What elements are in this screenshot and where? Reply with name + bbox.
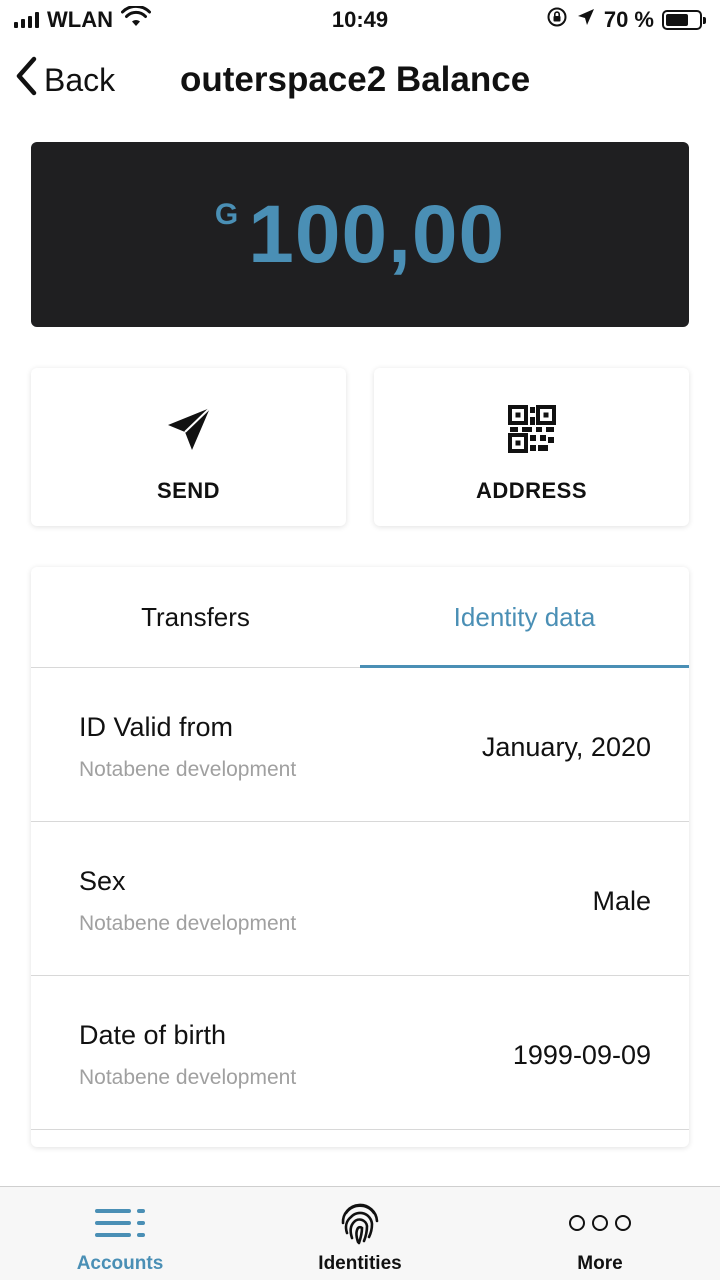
status-bar: WLAN 10:49 70 % [0, 0, 720, 40]
battery-icon [662, 10, 706, 30]
tab-transfers[interactable]: Transfers [31, 567, 360, 667]
address-label: ADDRESS [475, 478, 588, 503]
identity-row-id-valid-from: ID Valid from Notabene development Janua… [31, 668, 689, 822]
location-icon [576, 7, 596, 33]
wifi-icon [120, 4, 151, 34]
back-button[interactable]: Back [14, 56, 116, 104]
identity-row-sex: Sex Notabene development Male [31, 822, 689, 976]
tab-bar-label: Identities [318, 1253, 402, 1274]
tab-bar-more[interactable]: More [480, 1187, 720, 1280]
more-dots-icon [569, 1201, 631, 1245]
row-label: Sex [79, 866, 126, 896]
send-label: SEND [156, 478, 221, 503]
row-value: Male [592, 886, 651, 916]
carrier-label: WLAN [47, 7, 113, 32]
tab-bar-label: Accounts [76, 1253, 164, 1274]
tab-bar-label: More [577, 1253, 623, 1274]
send-icon [165, 404, 213, 454]
row-label: Date of birth [79, 1020, 227, 1050]
tab-bar-accounts[interactable]: Accounts [0, 1187, 240, 1280]
chevron-left-icon [14, 56, 38, 104]
qr-code-icon [507, 404, 556, 454]
row-source: Notabene development [79, 1066, 297, 1089]
send-button[interactable]: SEND [31, 368, 346, 526]
battery-percent: 70 % [603, 7, 654, 32]
tab-identity-data[interactable]: Identity data [360, 567, 689, 667]
main-content: G 100,00 SEND ADDRESS Transfers Identity… [0, 124, 720, 1186]
status-left: WLAN [14, 4, 151, 34]
currency-symbol: G [214, 197, 239, 231]
balance-amount: 100,00 [248, 188, 506, 280]
address-button[interactable]: ADDRESS [374, 368, 689, 526]
back-label: Back [44, 61, 116, 98]
tab-bar-identities[interactable]: Identities [240, 1187, 480, 1280]
fingerprint-icon [338, 1201, 382, 1245]
page-title: outerspace2 Balance [180, 60, 531, 99]
bottom-tab-bar: Accounts Identities More [0, 1186, 720, 1280]
orientation-lock-icon [546, 6, 568, 34]
nav-bar: Back outerspace2 Balance [0, 40, 720, 124]
balance-card: G 100,00 [31, 142, 689, 327]
identity-row-date-of-birth: Date of birth Notabene development 1999-… [31, 976, 689, 1130]
row-label: ID Valid from [79, 712, 234, 742]
tab-list: Transfers Identity data [31, 567, 689, 668]
signal-icon [14, 12, 39, 28]
row-source: Notabene development [79, 912, 297, 935]
row-source: Notabene development [79, 758, 297, 781]
tabs-panel: Transfers Identity data ID Valid from No… [31, 567, 689, 1147]
accounts-list-icon [93, 1201, 147, 1245]
row-value: 1999-09-09 [512, 1040, 651, 1070]
status-right: 70 % [546, 6, 706, 34]
row-value: January, 2020 [481, 732, 651, 762]
